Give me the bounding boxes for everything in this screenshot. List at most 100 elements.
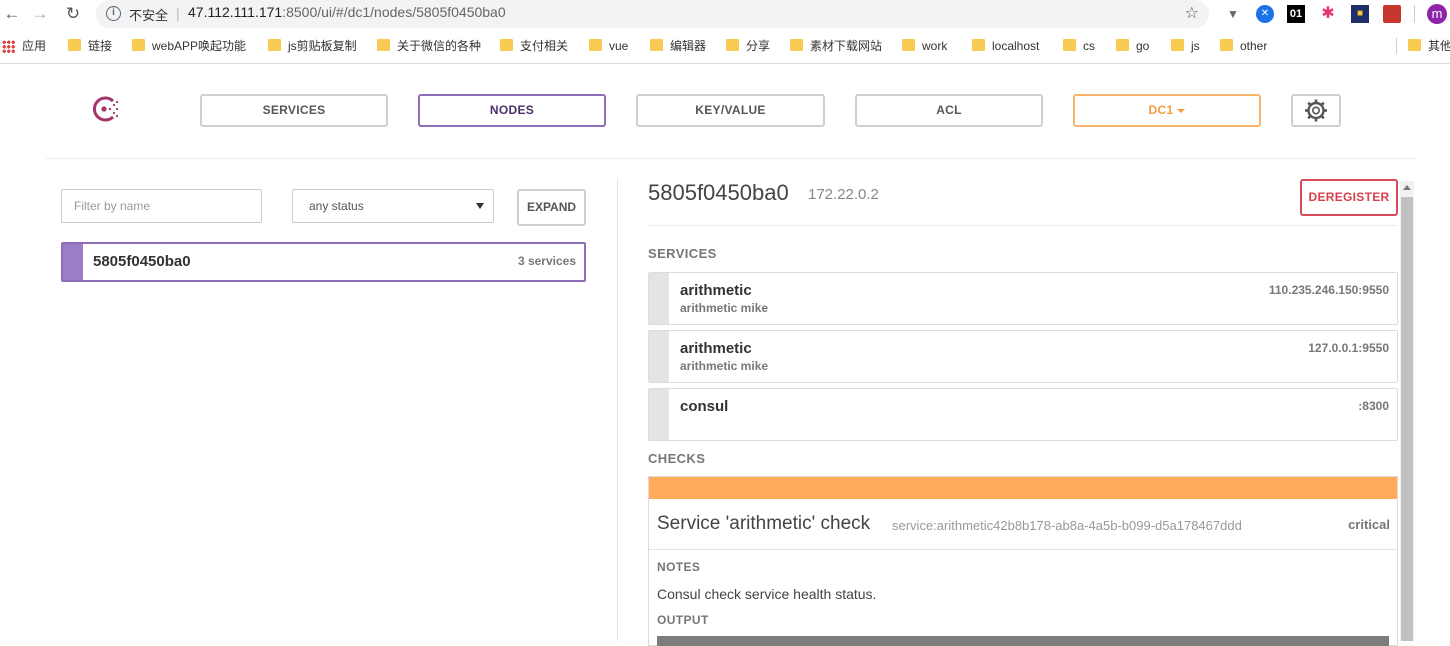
datacenter-label: DC1 — [1148, 103, 1174, 117]
scroll-up-arrow-icon[interactable] — [1403, 185, 1411, 190]
expand-button[interactable]: EXPAND — [517, 189, 586, 226]
bookmark-apps[interactable]: 应用 — [2, 38, 46, 54]
bookmark-item[interactable]: 链接 — [68, 38, 112, 54]
deregister-button[interactable]: DEREGISTER — [1300, 179, 1398, 216]
checks-heading: CHECKS — [648, 451, 706, 466]
book-extension-icon[interactable] — [1383, 5, 1401, 23]
check-card: Service 'arithmetic' check service:arith… — [648, 476, 1398, 646]
info-icon[interactable]: i — [106, 6, 121, 21]
bookmark-item[interactable]: 支付相关 — [500, 38, 568, 54]
bookmark-item[interactable]: cs — [1063, 38, 1095, 54]
service-address: :8300 — [1358, 399, 1389, 413]
folder-icon — [1171, 39, 1184, 51]
gear-icon — [1305, 99, 1327, 122]
bookmark-item[interactable]: work — [902, 38, 947, 54]
folder-icon — [902, 39, 915, 51]
detail-divider — [648, 225, 1398, 226]
bookmark-label: 应用 — [22, 39, 47, 53]
output-label: OUTPUT — [657, 613, 709, 627]
service-card[interactable]: consul :8300 — [648, 388, 1398, 441]
folder-icon — [68, 39, 81, 51]
consul-logo-icon[interactable] — [91, 94, 121, 124]
nav-keyvalue-button[interactable]: KEY/VALUE — [636, 94, 825, 127]
bookmark-item[interactable]: 素材下载网站 — [790, 38, 882, 54]
datacenter-dropdown[interactable]: DC1 — [1073, 94, 1261, 127]
folder-icon — [1220, 39, 1233, 51]
bookmarks-bar: 应用 链接 webAPP唤起功能 js剪贴板复制 关于微信的各种 支付相关 vu… — [0, 32, 1450, 60]
bookmark-star-icon[interactable]: ☆ — [1185, 3, 1199, 23]
header-divider — [46, 158, 1416, 159]
bookmark-label: 关于微信的各种 — [397, 39, 482, 53]
detail-scrollbar[interactable] — [1400, 181, 1414, 641]
toolbar-separator — [1414, 5, 1415, 23]
bookmark-label: webAPP唤起功能 — [152, 39, 247, 53]
service-tags: arithmetic mike — [680, 359, 769, 373]
shield-extension-icon[interactable]: ■ — [1351, 5, 1369, 23]
check-status: critical — [1348, 517, 1390, 532]
scrollbar-thumb[interactable] — [1401, 197, 1413, 641]
settings-button[interactable] — [1291, 94, 1341, 127]
nav-acl-button[interactable]: ACL — [855, 94, 1043, 127]
address-bar[interactable]: i 不安全 | 47.112.111.171:8500/ui/#/dc1/nod… — [96, 0, 1209, 28]
folder-icon — [1408, 39, 1421, 51]
folder-icon — [589, 39, 602, 51]
bookmarks-separator — [1396, 38, 1397, 54]
caret-down-icon — [1177, 108, 1186, 113]
node-list-item[interactable]: 5805f0450ba0 3 services — [61, 242, 586, 282]
bookmark-label: 链接 — [88, 39, 113, 53]
bookmark-item[interactable]: go — [1116, 38, 1149, 54]
apps-grid-icon — [2, 40, 15, 53]
bookmark-item[interactable]: 关于微信的各种 — [377, 38, 481, 54]
back-arrow-icon[interactable]: ← — [2, 4, 22, 24]
url-text[interactable]: 47.112.111.171:8500/ui/#/dc1/nodes/5805f… — [188, 4, 506, 20]
nav-nodes-button[interactable]: NODES — [418, 94, 606, 127]
vpn-extension-icon[interactable]: ▼ — [1224, 5, 1242, 23]
bookmark-label: 素材下载网站 — [810, 39, 883, 53]
bookmark-label: js剪贴板复制 — [288, 39, 357, 53]
profile-avatar[interactable]: m — [1427, 4, 1447, 24]
node-status-bar — [63, 244, 83, 280]
bookmark-item[interactable]: js剪贴板复制 — [268, 38, 357, 54]
folder-icon — [790, 39, 803, 51]
folder-icon — [500, 39, 513, 51]
asterisk-extension-icon[interactable]: ✱ — [1319, 5, 1337, 23]
sync-extension-icon[interactable]: ✕ — [1256, 5, 1274, 23]
bookmark-item[interactable]: localhost — [972, 38, 1039, 54]
service-card[interactable]: arithmetic arithmetic mike 127.0.0.1:955… — [648, 330, 1398, 383]
check-status-bar — [649, 477, 1397, 499]
service-address: 110.235.246.150:9550 — [1268, 283, 1389, 297]
reload-icon[interactable]: ↻ — [63, 4, 83, 24]
bookmark-label: vue — [609, 39, 629, 53]
forward-arrow-icon[interactable]: → — [30, 4, 50, 24]
folder-icon — [726, 39, 739, 51]
bookmark-item[interactable]: webAPP唤起功能 — [132, 38, 246, 54]
bookmark-label: other — [1240, 39, 1268, 53]
folder-icon — [972, 39, 985, 51]
bookmark-item[interactable]: js — [1171, 38, 1200, 54]
filter-by-name-input[interactable] — [61, 189, 262, 223]
bookmark-label: localhost — [992, 39, 1040, 53]
service-card[interactable]: arithmetic arithmetic mike 110.235.246.1… — [648, 272, 1398, 325]
check-title: Service 'arithmetic' check — [657, 513, 871, 534]
status-select[interactable]: any status — [292, 189, 494, 223]
check-divider — [649, 549, 1397, 550]
service-name: consul — [680, 398, 729, 415]
folder-icon — [268, 39, 281, 51]
panel-divider — [617, 179, 618, 641]
service-status-bar — [649, 331, 669, 382]
services-heading: SERVICES — [648, 246, 717, 261]
bookmark-item[interactable]: 编辑器 — [650, 38, 706, 54]
bookmark-other[interactable]: 其他 — [1408, 38, 1450, 54]
url-path: :8500/ui/#/dc1/nodes/5805f0450ba0 — [282, 4, 506, 20]
bookmark-item[interactable]: other — [1220, 38, 1267, 54]
check-id: service:arithmetic42b8b178-ab8a-4a5b-b09… — [892, 518, 1242, 533]
ext-01-icon[interactable]: 01 — [1287, 5, 1305, 23]
folder-icon — [1063, 39, 1076, 51]
service-status-bar — [649, 389, 669, 440]
folder-icon — [1116, 39, 1129, 51]
nav-services-button[interactable]: SERVICES — [200, 94, 388, 127]
bookmark-label: 编辑器 — [670, 39, 707, 53]
bookmark-item[interactable]: vue — [589, 38, 628, 54]
bookmark-item[interactable]: 分享 — [726, 38, 770, 54]
folder-icon — [132, 39, 145, 51]
